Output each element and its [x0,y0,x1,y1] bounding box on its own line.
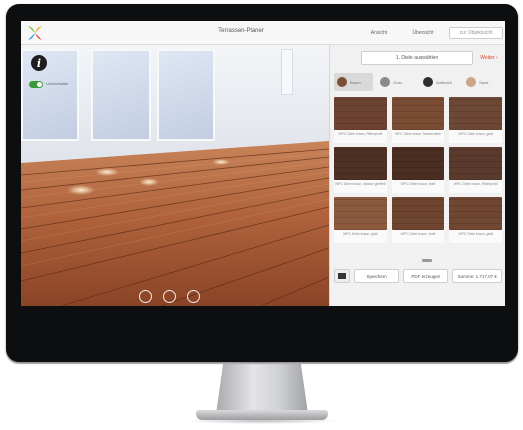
color-tab-anthrazit[interactable]: Anthrazit [420,73,459,91]
step-select[interactable]: 1. Diele auswählen [361,51,473,65]
app-logo-icon[interactable] [26,24,44,42]
product-tile[interactable]: WPC Diele braun, glatt [449,197,502,243]
product-tile[interactable]: WPC Diele braun, Massiv geriffelt [334,147,387,193]
app-screen: Terrassen-Planer Ansicht Übersicht zur O… [21,21,505,306]
product-label: WPC Diele braun, glatt [458,232,493,236]
product-label: WPC Diele braun, Massivdiele [395,132,441,136]
color-dot-icon [466,77,476,87]
product-swatch [449,197,502,230]
product-tile[interactable]: WPC Diele braun, Rillenprofil [334,97,387,143]
product-tile[interactable]: WPC Diele braun, Rillenprofil [449,147,502,193]
color-tab-sand[interactable]: Sand [463,73,502,91]
product-tile[interactable]: WPC Diele braun, breit [391,197,445,243]
color-tab-grau[interactable]: Grau [377,73,416,91]
product-label: WPC Diele braun, glatt [343,232,378,236]
product-swatch [391,197,445,230]
color-dot-icon [380,77,390,87]
info-icon[interactable]: i [31,55,47,71]
product-label: WPC Diele braun, glatt [458,132,493,136]
camera-controls [139,290,200,303]
pdf-button[interactable]: PDF erzeugen [403,269,449,283]
monitor-stand-base [196,410,328,420]
color-dot-icon [423,77,433,87]
3d-viewport[interactable]: i Lichtschalter [21,45,329,306]
product-tile[interactable]: WPC Diele braun, glatt [449,97,502,143]
next-step-button[interactable]: Weiter › [477,51,501,65]
total-sum-button[interactable]: Summe: 1.717,07 € [452,269,502,283]
nav-object-view-button[interactable]: zur Objektsicht [449,27,503,39]
color-tab-label: Braun [350,79,361,85]
help-icon[interactable] [187,290,200,303]
imac-mockup: Terrassen-Planer Ansicht Übersicht zur O… [0,0,523,430]
light-toggle[interactable] [29,81,43,88]
color-tab-label: Grau [393,79,402,85]
product-swatch [334,97,387,130]
action-bar: Speichern PDF erzeugen Summe: 1.717,07 € [334,269,502,283]
scroll-indicator[interactable] [422,259,432,262]
product-tile[interactable]: WPC Diele braun, breit [391,147,445,193]
product-label: WPC Diele braun, Massiv geriffelt [335,182,386,186]
color-tab-braun[interactable]: Braun [334,73,373,91]
product-tile[interactable]: WPC Diele braun, Massivdiele [391,97,445,143]
product-swatch [334,197,387,230]
monitor-stand [216,362,308,414]
step-row: 1. Diele auswählen Weiter › [335,51,501,65]
menu-button[interactable] [334,269,350,283]
product-swatch [391,147,445,180]
product-swatch [334,147,387,180]
nav-view-button[interactable]: Ansicht [359,27,399,39]
product-label: WPC Diele braun, breit [400,182,436,186]
color-filter-tabs: Braun Grau Anthrazit Sand [334,73,502,93]
color-tab-label: Anthrazit [436,79,452,85]
hamburger-icon [338,275,346,277]
product-tile[interactable]: WPC Diele braun, glatt [334,197,387,243]
product-swatch [391,97,445,130]
color-dot-icon [337,77,347,87]
product-label: WPC Diele braun, Rillenprofil [338,132,383,136]
save-button[interactable]: Speichern [354,269,400,283]
nav-overview-button[interactable]: Übersicht [405,27,441,39]
product-label: WPC Diele braun, breit [400,232,436,236]
color-tab-label: Sand [479,79,489,85]
product-swatch [449,97,502,130]
configurator-panel: 1. Diele auswählen Weiter › Braun Grau A… [329,45,505,306]
product-label: WPC Diele braun, Rillenprofil [453,182,498,186]
light-toggle-label: Lichtschalter [46,81,69,86]
rotate-icon[interactable] [139,290,152,303]
app-title: Terrassen-Planer [218,28,264,34]
zoom-icon[interactable] [163,290,176,303]
top-bar: Terrassen-Planer Ansicht Übersicht zur O… [21,21,505,45]
product-grid: WPC Diele braun, Rillenprofil WPC Diele b… [334,97,502,247]
product-swatch [449,147,502,180]
